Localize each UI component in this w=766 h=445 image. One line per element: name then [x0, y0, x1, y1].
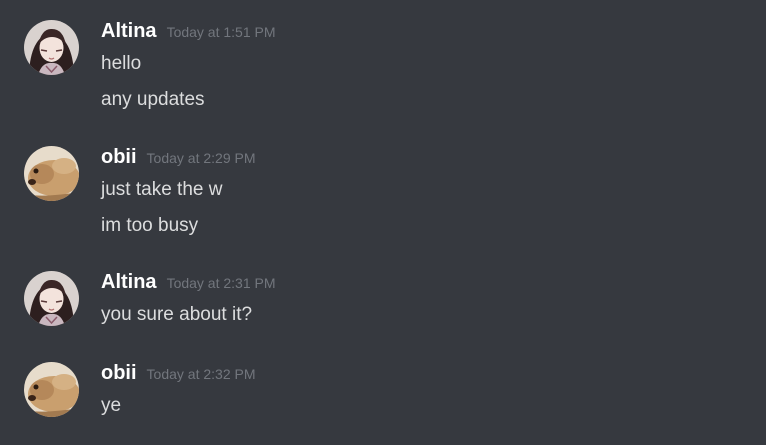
- timestamp: Today at 2:32 PM: [146, 366, 256, 382]
- username[interactable]: Altina: [101, 20, 157, 42]
- avatar[interactable]: [24, 20, 79, 75]
- chat-message-list: Altina Today at 1:51 PM hello any updates…: [0, 0, 766, 445]
- username[interactable]: obii: [101, 362, 137, 384]
- dog-avatar-icon: [24, 146, 79, 201]
- message-text: you sure about it?: [101, 304, 253, 325]
- message-text: any updates: [101, 89, 205, 110]
- message-header: obii Today at 2:32 PM: [101, 362, 256, 388]
- username[interactable]: Altina: [101, 271, 157, 293]
- message-header: Altina Today at 2:31 PM: [101, 271, 276, 297]
- message-header: Altina Today at 1:51 PM: [101, 20, 276, 46]
- avatar[interactable]: [24, 271, 79, 326]
- message-header: obii Today at 2:29 PM: [101, 146, 256, 172]
- anime-girl-avatar-icon: [24, 271, 79, 326]
- message-text: just take the w: [101, 179, 223, 200]
- timestamp: Today at 2:29 PM: [146, 150, 256, 166]
- dog-avatar-icon: [24, 362, 79, 417]
- anime-girl-avatar-icon: [24, 20, 79, 75]
- avatar[interactable]: [24, 362, 79, 417]
- username[interactable]: obii: [101, 146, 137, 168]
- avatar[interactable]: [24, 146, 79, 201]
- message-text: im too busy: [101, 215, 199, 236]
- timestamp: Today at 1:51 PM: [166, 24, 276, 40]
- message-text: hello: [101, 53, 142, 74]
- message-text: ye: [101, 395, 122, 416]
- timestamp: Today at 2:31 PM: [166, 275, 276, 291]
